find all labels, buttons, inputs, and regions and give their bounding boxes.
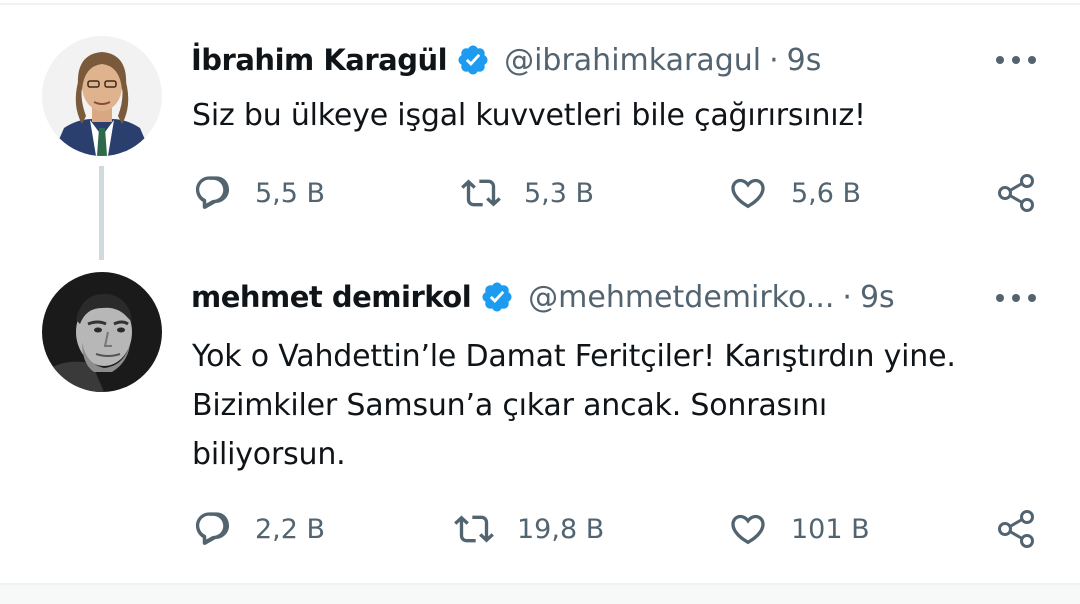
- avatar[interactable]: [42, 36, 162, 156]
- reply-icon: [195, 176, 230, 209]
- retweet-icon: [454, 515, 494, 543]
- like-button[interactable]: 5,6 B: [727, 168, 861, 218]
- tweet-actions: 5,5 B 5,3 B 5,6 B: [0, 168, 1080, 218]
- tweet-text-line: Yok o Vahdettin’le Damat Feritçiler! Kar…: [192, 339, 956, 374]
- retweet-button[interactable]: 19,8 B: [453, 504, 604, 554]
- tweet-ibrahim-karagul[interactable]: İbrahim Karagül @ibrahimkaragul · 9s Siz…: [0, 0, 1080, 260]
- retweet-count: 19,8 B: [517, 513, 605, 545]
- like-count: 5,6 B: [791, 177, 862, 209]
- verified-badge-icon: [482, 282, 512, 312]
- share-button[interactable]: [996, 168, 1038, 218]
- tweet-header: mehmet demirkol @mehmetdemirko... · 9s: [191, 272, 895, 322]
- like-button[interactable]: 101 B: [727, 504, 870, 554]
- retweet-count: 5,3 B: [524, 177, 595, 209]
- timestamp[interactable]: 9s: [787, 43, 822, 78]
- reply-button[interactable]: 2,2 B: [193, 504, 325, 554]
- tweet-actions: 2,2 B 19,8 B 101 B: [0, 504, 1080, 554]
- share-icon: [998, 510, 1034, 548]
- retweet-button[interactable]: 5,3 B: [460, 168, 594, 218]
- tweet-text: Yok o Vahdettin’le Damat Feritçiler! Kar…: [192, 332, 1042, 479]
- timestamp[interactable]: 9s: [860, 280, 895, 315]
- share-button[interactable]: [996, 504, 1038, 554]
- tweet-mehmet-demirkol[interactable]: mehmet demirkol @mehmetdemirko... · 9s Y…: [0, 260, 1080, 583]
- tweet-text: Siz bu ülkeye işgal kuvvetleri bile çağı…: [192, 91, 1042, 140]
- more-options-icon[interactable]: [996, 288, 1036, 308]
- retweet-icon: [461, 179, 501, 207]
- reply-count: 2,2 B: [255, 513, 326, 545]
- user-handle[interactable]: @ibrahimkaragul: [504, 43, 761, 78]
- display-name[interactable]: mehmet demirkol: [191, 280, 472, 314]
- like-icon: [731, 178, 765, 209]
- like-icon: [731, 514, 765, 545]
- verified-badge-icon: [458, 45, 488, 75]
- share-icon: [998, 174, 1034, 212]
- user-handle[interactable]: @mehmetdemirko...: [528, 280, 834, 315]
- display-name[interactable]: İbrahim Karagül: [191, 43, 448, 77]
- separator-dot: ·: [842, 279, 852, 315]
- like-count: 101 B: [791, 513, 870, 545]
- reply-icon: [195, 512, 230, 545]
- separator-dot: ·: [769, 42, 779, 78]
- tweet-text-line: Bizimkiler Samsun’a çıkar ancak. Sonrası…: [192, 388, 828, 423]
- avatar[interactable]: [42, 272, 162, 392]
- tweet-header: İbrahim Karagül @ibrahimkaragul · 9s: [191, 35, 821, 85]
- tweet-text-line: biliyorsun.: [192, 437, 346, 472]
- more-options-icon[interactable]: [996, 50, 1036, 70]
- reply-button[interactable]: 5,5 B: [193, 168, 325, 218]
- bottom-divider: [0, 583, 1080, 604]
- tweet-text-line: Siz bu ülkeye işgal kuvvetleri bile çağı…: [192, 98, 866, 133]
- reply-count: 5,5 B: [255, 177, 326, 209]
